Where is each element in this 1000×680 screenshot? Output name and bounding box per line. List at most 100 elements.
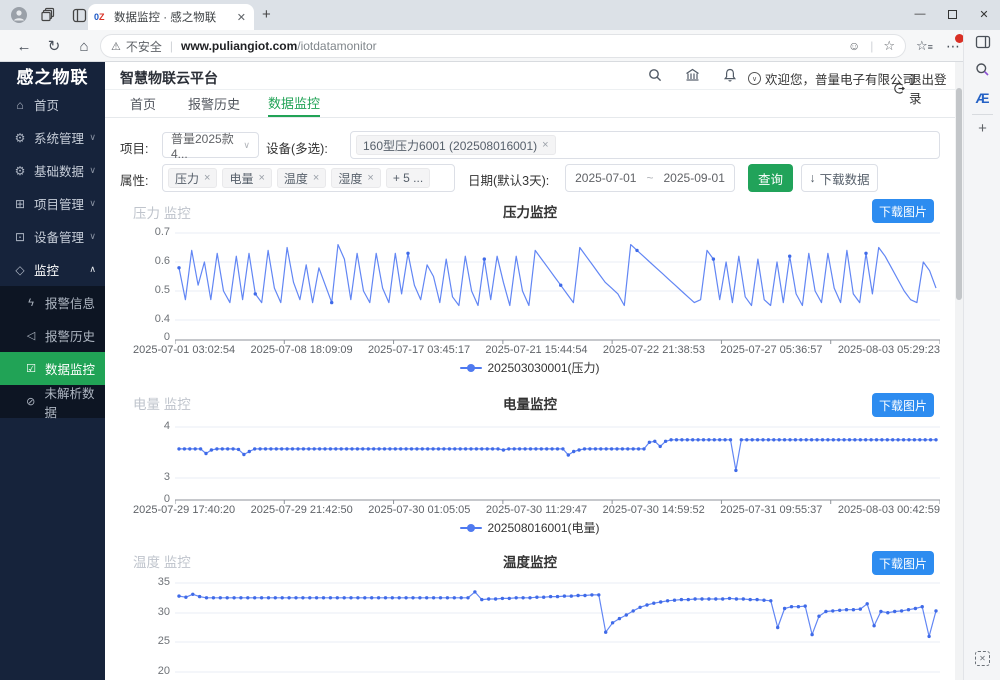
sidebar-item-basedata[interactable]: ⚙ 基础数据 ∨	[0, 154, 105, 187]
browser-tab-strip: 0Z 数据监控 · 感之物联 ✕ + — ✕	[0, 0, 1000, 30]
refresh-icon[interactable]: ↻	[42, 35, 66, 57]
remove-tag-icon[interactable]: ×	[542, 139, 548, 151]
xtick: 2025-07-22 21:38:53	[603, 344, 705, 356]
battery-download-image-button[interactable]: 下载图片	[872, 393, 934, 417]
gear-icon: ⚙	[13, 164, 27, 178]
address-bar[interactable]: ⚠ 不安全 | www.puliangiot.com /iotdatamonit…	[100, 34, 906, 58]
xtick: 2025-07-21 15:44:54	[485, 344, 587, 356]
download-data-button[interactable]: ↓ 下载数据	[801, 164, 878, 192]
xtick: 2025-07-08 18:09:09	[250, 344, 352, 356]
not-secure-label[interactable]: 不安全	[126, 38, 162, 55]
xtick: 2025-07-30 01:05:05	[368, 504, 470, 516]
browser-tab[interactable]: 0Z 数据监控 · 感之物联 ✕	[88, 4, 254, 30]
temperature-chart[interactable]	[175, 578, 940, 680]
battery-legend[interactable]: 202508016001(电量)	[105, 519, 955, 536]
tab-alarm-history[interactable]: 报警历史	[188, 90, 240, 117]
date-end: 2025-09-01	[664, 171, 725, 185]
rail-search-icon[interactable]	[964, 62, 1000, 80]
chevron-up-icon: ∧	[89, 264, 96, 275]
back-icon[interactable]: ←	[12, 35, 36, 57]
tab-title: 数据监控 · 感之物联	[114, 9, 235, 25]
remove-tag-icon[interactable]: ×	[313, 172, 319, 184]
header-search-icon[interactable]	[648, 68, 662, 85]
xtick: 2025-07-31 09:55:37	[720, 504, 822, 516]
header-store-icon[interactable]	[685, 68, 700, 85]
sidebar-item-unparsed-data[interactable]: ⊘ 未解析数据	[0, 385, 105, 418]
new-tab-button[interactable]: +	[262, 6, 271, 23]
ytick: 0.7	[125, 226, 170, 238]
sidebar-item-label: 数据监控	[45, 359, 95, 378]
xtick: 2025-07-01 03:02:54	[133, 344, 235, 356]
home-icon[interactable]: ⌂	[72, 35, 96, 57]
sidebar-item-device[interactable]: ⊡ 设备管理 ∨	[0, 220, 105, 253]
device-icon: ⊡	[13, 230, 27, 244]
sidebar-panel-icon[interactable]	[964, 34, 1000, 53]
app-content: 智慧物联云平台 ∨ 欢迎您，普量电子有限公司 退出登录 首页 报警历史 数据监控…	[105, 62, 955, 680]
url-path: /iotdatamonitor	[297, 39, 376, 53]
page-scrollbar[interactable]	[955, 62, 963, 680]
project-select[interactable]: 普量2025款4... ∨	[162, 132, 259, 158]
remove-tag-icon[interactable]: ×	[204, 172, 210, 184]
xtick: 2025-08-03 05:29:23	[838, 344, 940, 356]
ytick: 25	[125, 635, 170, 647]
tab-close-icon[interactable]: ✕	[235, 9, 248, 26]
pill-divider: |	[870, 39, 873, 53]
rail-customize-icon[interactable]: ✕	[964, 650, 1000, 666]
rail-add-icon[interactable]: +	[964, 120, 1000, 137]
attr-tag-label: 压力	[175, 170, 199, 187]
attr-tag-temperature[interactable]: 温度×	[277, 168, 326, 188]
window-close-button[interactable]: ✕	[968, 0, 1000, 28]
profile-avatar-icon[interactable]	[8, 4, 30, 26]
attr-tag-more[interactable]: + 5 ...	[386, 168, 430, 188]
sidebar-item-home[interactable]: ⌂ 首页	[0, 88, 105, 121]
sidebar-item-project[interactable]: ⊞ 项目管理 ∨	[0, 187, 105, 220]
workspaces-icon[interactable]	[38, 4, 60, 26]
unparsed-icon: ⊘	[24, 395, 38, 408]
device-tag[interactable]: 160型压力6001 (202508016001)×	[356, 135, 556, 155]
device-label: 设备(多选):	[266, 138, 328, 157]
attr-tag-pressure[interactable]: 压力 ×	[168, 168, 217, 188]
legend-marker-icon	[460, 367, 482, 369]
battery-chart[interactable]	[175, 420, 940, 505]
browser-toolbar: ← ↻ ⌂ ⚠ 不安全 | www.puliangiot.com /iotdat…	[0, 30, 1000, 62]
window-maximize-button[interactable]	[936, 0, 968, 28]
header-bell-icon[interactable]	[723, 68, 737, 86]
sidebar-item-label: 报警历史	[45, 326, 95, 345]
sidebar-item-alarm-info[interactable]: ϟ 报警信息	[0, 286, 105, 319]
app-topbar: 智慧物联云平台 ∨ 欢迎您，普量电子有限公司 退出登录	[105, 62, 955, 90]
sidebar-item-monitor[interactable]: ◇ 监控 ∧	[0, 253, 105, 286]
pressure-legend[interactable]: 202503030001(压力)	[105, 359, 955, 376]
window-minimize-button[interactable]: —	[904, 0, 936, 28]
tab-actions-icon[interactable]	[68, 4, 90, 26]
feedback-smiley-icon[interactable]: ☺	[848, 39, 860, 53]
welcome-user[interactable]: ∨ 欢迎您，普量电子有限公司	[748, 69, 915, 88]
scrollbar-thumb[interactable]	[956, 88, 962, 300]
device-multiselect[interactable]: 160型压力6001 (202508016001)×	[350, 131, 940, 159]
attr-tag-battery[interactable]: 电量×	[222, 168, 271, 188]
search-button[interactable]: 查询	[748, 164, 793, 192]
sidebar-item-alarm-history[interactable]: ◁ 报警历史	[0, 319, 105, 352]
remove-tag-icon[interactable]: ×	[367, 172, 373, 184]
download-data-label: 下载数据	[820, 169, 870, 188]
pressure-download-image-button[interactable]: 下载图片	[872, 199, 934, 223]
remove-tag-icon[interactable]: ×	[258, 172, 264, 184]
date-range-picker[interactable]: 2025-07-01 ~ 2025-09-01	[565, 164, 735, 192]
date-separator: ~	[646, 171, 653, 185]
favorite-star-icon[interactable]: ☆	[883, 38, 895, 54]
translate-extension-icon[interactable]: Æ	[964, 90, 1000, 106]
tab-home[interactable]: 首页	[130, 90, 156, 117]
tab-data-monitor[interactable]: 数据监控	[268, 90, 320, 117]
user-chevron-icon: ∨	[748, 72, 761, 85]
sidebar-item-data-monitor[interactable]: ☑ 数据监控	[0, 352, 105, 385]
sidebar-item-system[interactable]: ⚙ 系统管理 ∨	[0, 121, 105, 154]
temperature-download-image-button[interactable]: 下载图片	[872, 551, 934, 575]
attr-tag-humidity[interactable]: 湿度×	[331, 168, 380, 188]
collections-icon[interactable]: ☆≡	[916, 38, 933, 54]
pressure-x-axis: 2025-07-01 03:02:54 2025-07-08 18:09:09 …	[133, 344, 940, 356]
rail-divider	[972, 114, 993, 115]
sidebar-item-label: 报警信息	[45, 293, 95, 312]
ytick: 30	[125, 606, 170, 618]
more-menu-icon[interactable]: ⋯	[946, 38, 960, 55]
pressure-chart[interactable]	[175, 228, 940, 345]
attribute-multiselect[interactable]: 压力 × 电量× 温度× 湿度× + 5 ...	[162, 164, 455, 192]
